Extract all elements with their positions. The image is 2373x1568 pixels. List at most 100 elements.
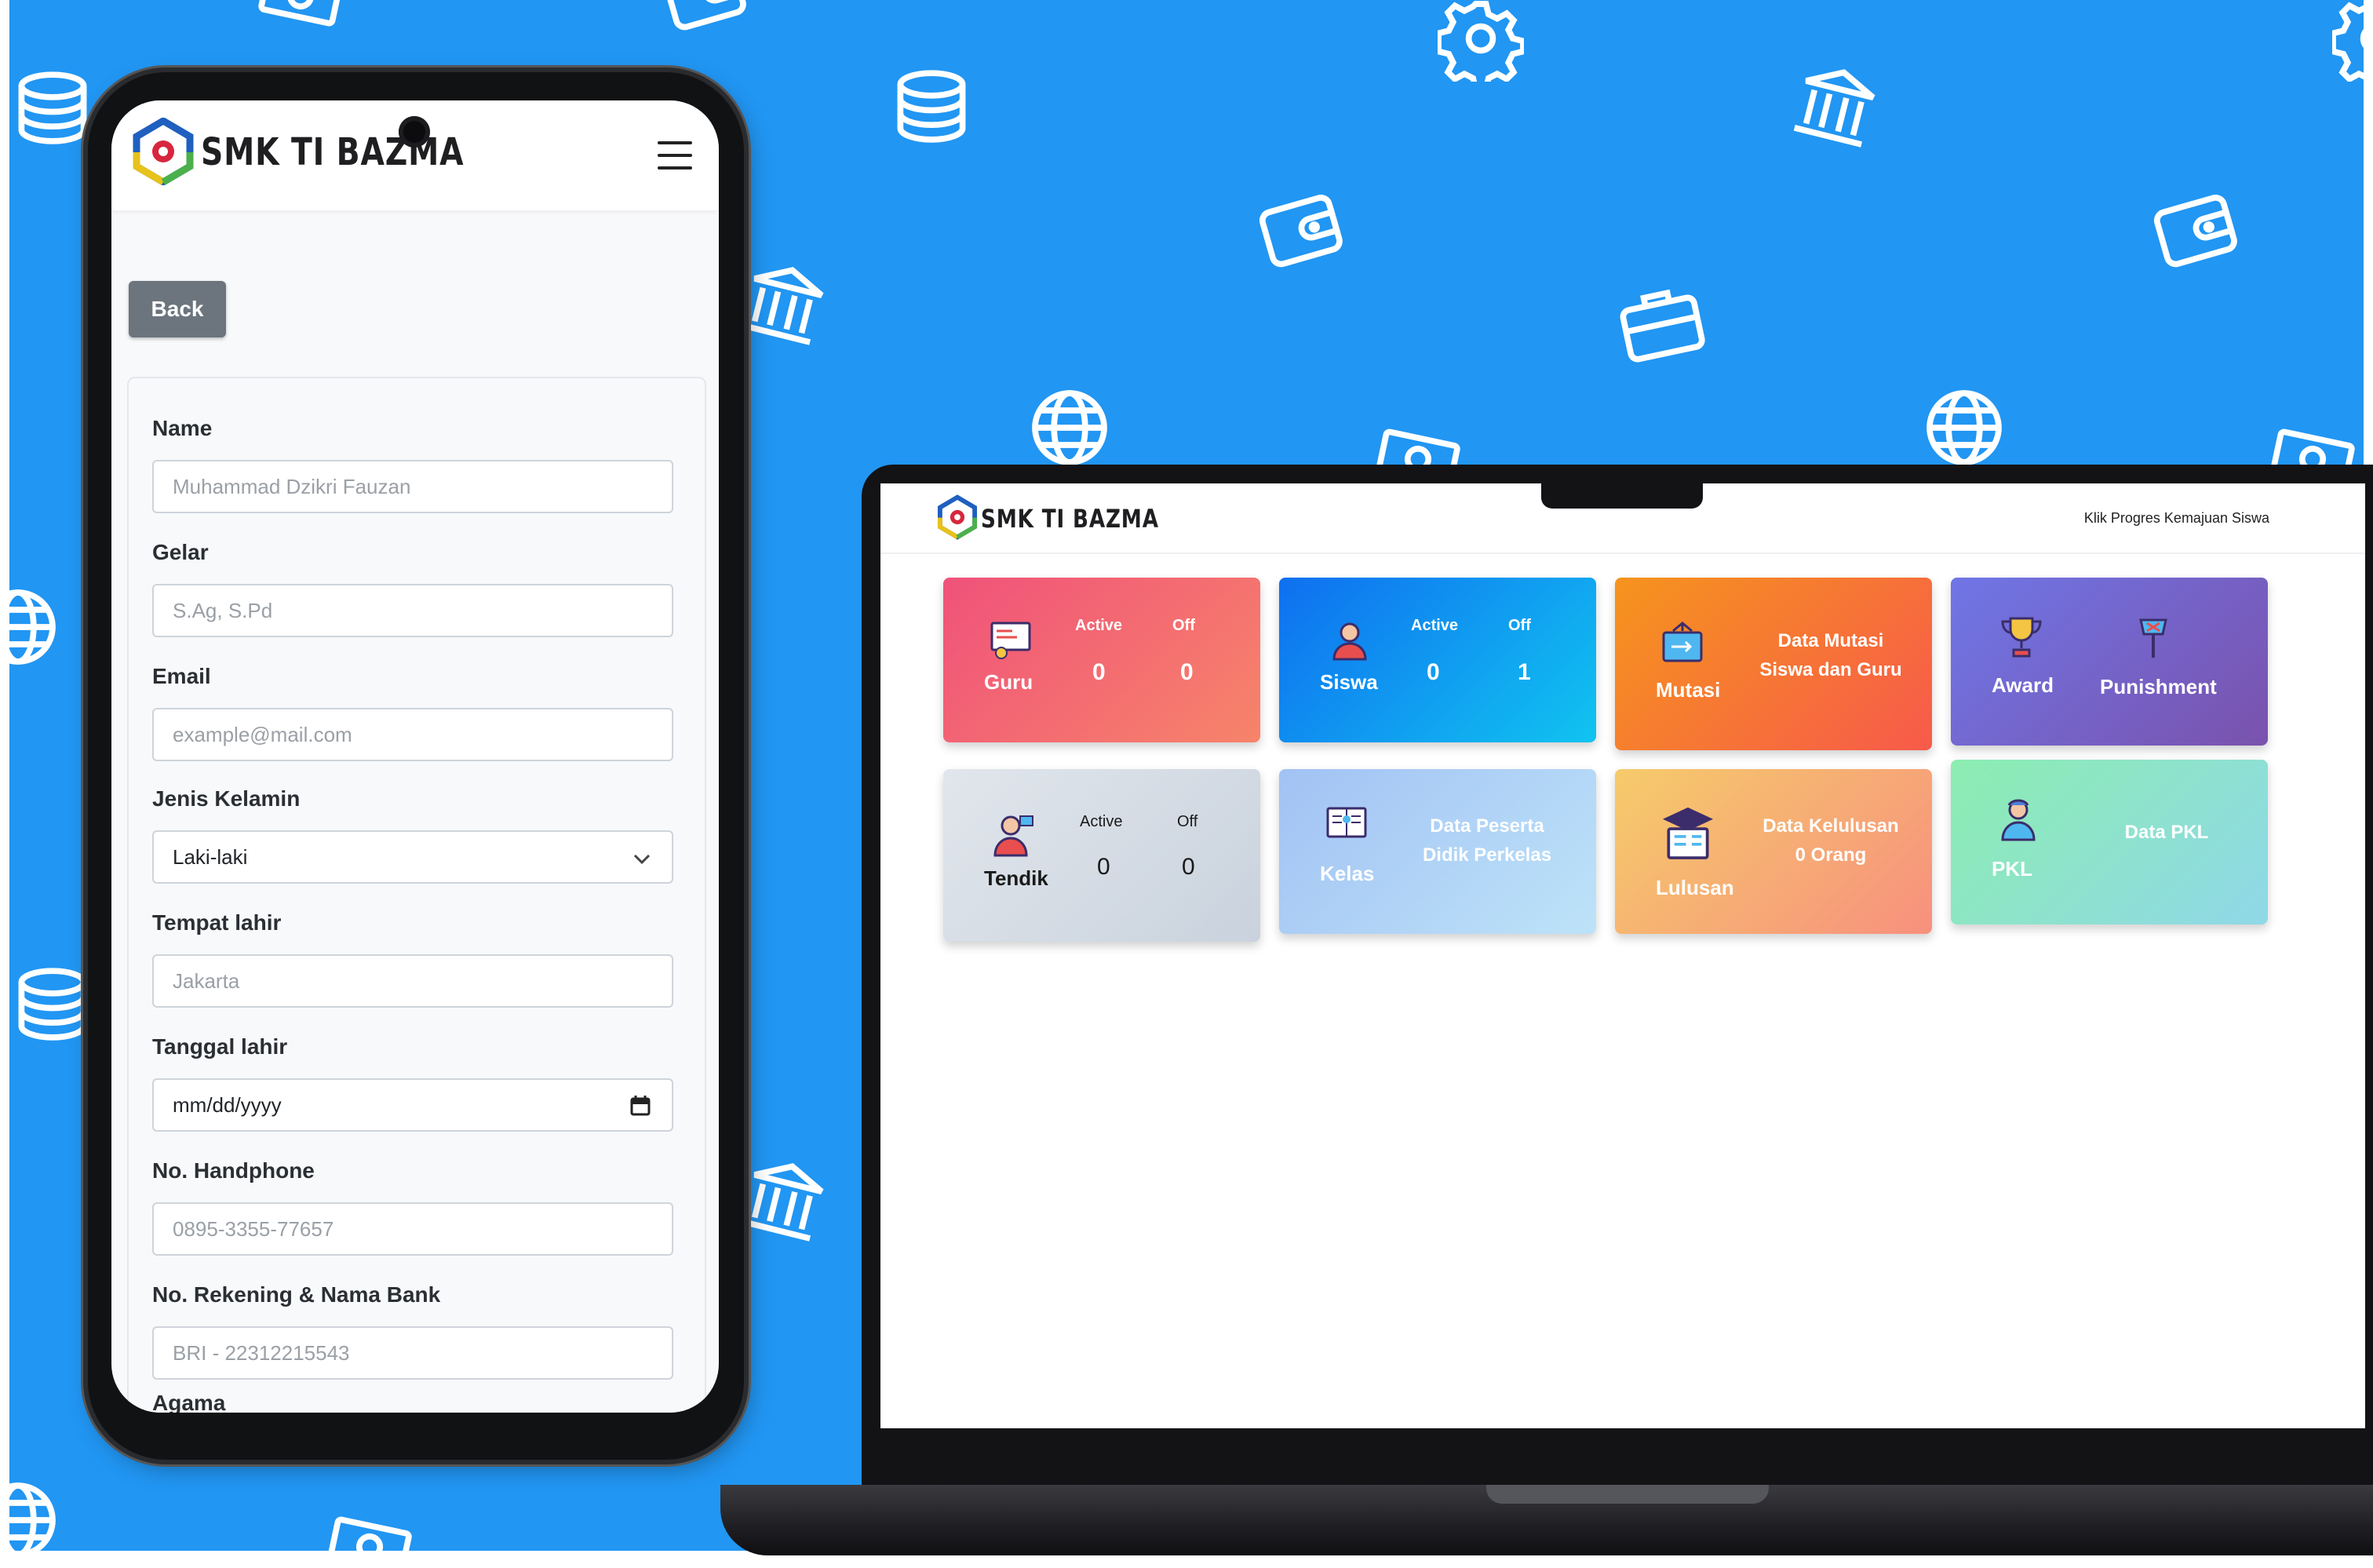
globe-icon bbox=[1921, 385, 2007, 471]
pkl-label: PKL bbox=[1992, 857, 2032, 881]
globe-icon bbox=[1026, 385, 1113, 471]
globe-icon bbox=[9, 1477, 61, 1551]
tendik-off-count: 0 bbox=[1182, 854, 1195, 880]
phone-mockup: SMK TI BAZMA Back Name Gelar Email Jenis… bbox=[88, 72, 744, 1460]
siswa-active-count: 0 bbox=[1427, 659, 1440, 685]
religion-label: Agama bbox=[152, 1391, 226, 1413]
award-label: Award bbox=[1992, 673, 2054, 697]
gender-label: Jenis Kelamin bbox=[152, 786, 301, 811]
lulusan-description-line1: Data Kelulusan bbox=[1762, 815, 1899, 837]
gender-select[interactable]: Laki-laki bbox=[152, 830, 673, 884]
trophy-icon bbox=[2001, 617, 2042, 658]
birthdate-label: Tanggal lahir bbox=[152, 1034, 288, 1059]
lulusan-tile[interactable]: Lulusan Data Kelulusan 0 Orang bbox=[1615, 769, 1932, 934]
punishment-icon bbox=[2139, 618, 2167, 658]
email-input[interactable] bbox=[152, 708, 673, 761]
back-button[interactable]: Back bbox=[129, 281, 226, 337]
bank-icon bbox=[1783, 53, 1887, 158]
teacher-board-icon bbox=[990, 622, 1031, 659]
birthplace-input[interactable] bbox=[152, 954, 673, 1008]
siswa-active-label: Active bbox=[1411, 617, 1459, 634]
punishment-label: Punishment bbox=[2100, 675, 2217, 698]
tendik-tile[interactable]: Tendik Active Off 0 0 bbox=[943, 769, 1260, 942]
wallet-icon bbox=[1247, 175, 1354, 282]
bank-account-input[interactable] bbox=[152, 1326, 673, 1380]
siswa-off-count: 1 bbox=[1518, 659, 1531, 685]
student-icon bbox=[1332, 622, 1367, 661]
mutasi-tile[interactable]: Mutasi Data Mutasi Siswa dan Guru bbox=[1615, 578, 1932, 750]
laptop-base-lip bbox=[1486, 1485, 1769, 1504]
phone-screen: SMK TI BAZMA Back Name Gelar Email Jenis… bbox=[111, 100, 719, 1413]
bank-icon bbox=[731, 251, 836, 356]
mutasi-description: Data Mutasi Siswa dan Guru bbox=[1741, 626, 1921, 684]
database-icon bbox=[888, 63, 975, 149]
school-logo-icon bbox=[937, 494, 978, 540]
gear-icon bbox=[1435, 0, 1526, 92]
kelas-label: Kelas bbox=[1320, 862, 1375, 885]
gender-selected-value: Laki-laki bbox=[173, 844, 248, 869]
kelas-description: Data Peserta Didik Perkelas bbox=[1397, 811, 1577, 870]
teacher-form-card bbox=[127, 377, 706, 1413]
siswa-off-label: Off bbox=[1508, 617, 1531, 634]
money-icon bbox=[250, 0, 352, 47]
lulusan-label: Lulusan bbox=[1656, 876, 1734, 899]
siswa-label: Siswa bbox=[1320, 670, 1378, 694]
gear-icon bbox=[2330, 0, 2364, 83]
name-input[interactable] bbox=[152, 460, 673, 513]
tendik-label: Tendik bbox=[984, 866, 1048, 890]
brand-name: SMK TI BAZMA bbox=[981, 504, 1159, 534]
dashboard-screen: SMK TI BAZMA Klik Progres Kemajuan Siswa… bbox=[880, 483, 2365, 1428]
guru-active-label: Active bbox=[1075, 617, 1123, 634]
front-camera bbox=[399, 116, 430, 148]
phone-number-input[interactable] bbox=[152, 1202, 673, 1256]
laptop-notch bbox=[1541, 480, 1703, 509]
money-icon bbox=[319, 1496, 421, 1551]
wallet-icon bbox=[651, 0, 757, 45]
staff-icon bbox=[993, 815, 1033, 857]
pkl-tile[interactable]: PKL Data PKL bbox=[1951, 760, 2268, 924]
wallet-icon bbox=[2142, 175, 2248, 282]
award-tile[interactable]: Award Punishment bbox=[1951, 578, 2268, 746]
birthdate-input[interactable]: mm/dd/yyyy bbox=[152, 1078, 673, 1132]
guru-off-count: 0 bbox=[1180, 659, 1194, 685]
database-icon bbox=[9, 64, 96, 151]
hamburger-menu-icon[interactable] bbox=[658, 141, 692, 170]
intern-icon bbox=[2001, 799, 2036, 841]
kelas-tile[interactable]: Kelas Data Peserta Didik Perkelas bbox=[1279, 769, 1596, 934]
guru-off-label: Off bbox=[1172, 617, 1195, 634]
chevron-down-icon bbox=[633, 854, 651, 865]
gelar-input[interactable] bbox=[152, 584, 673, 637]
birthplace-label: Tempat lahir bbox=[152, 910, 282, 935]
birthdate-value: mm/dd/yyyy bbox=[173, 1092, 282, 1117]
transfer-sign-icon bbox=[1662, 622, 1703, 662]
student-progress-link[interactable]: Klik Progres Kemajuan Siswa bbox=[2084, 510, 2269, 527]
guru-tile[interactable]: Guru Active Off 0 0 bbox=[943, 578, 1260, 742]
graduation-cap-icon bbox=[1662, 807, 1714, 859]
guru-active-count: 0 bbox=[1092, 659, 1106, 685]
tendik-active-label: Active bbox=[1080, 813, 1123, 830]
database-icon bbox=[9, 961, 96, 1047]
school-logo-icon bbox=[132, 116, 195, 187]
kelas-description-line1: Data Peserta bbox=[1430, 815, 1544, 837]
mutasi-description-line2: Siswa dan Guru bbox=[1759, 659, 1902, 680]
mutasi-description-line1: Data Mutasi bbox=[1777, 630, 1884, 651]
lulusan-description: Data Kelulusan 0 Orang bbox=[1741, 811, 1921, 870]
guru-label: Guru bbox=[984, 670, 1033, 694]
mutasi-label: Mutasi bbox=[1656, 678, 1721, 702]
calendar-icon[interactable] bbox=[629, 1094, 651, 1118]
gelar-label: Gelar bbox=[152, 540, 209, 564]
briefcase-icon bbox=[1610, 272, 1712, 374]
email-label: Email bbox=[152, 664, 211, 688]
name-label: Name bbox=[152, 416, 213, 440]
tendik-active-count: 0 bbox=[1097, 854, 1110, 880]
bank-icon bbox=[731, 1147, 836, 1252]
phone-number-label: No. Handphone bbox=[152, 1158, 315, 1183]
lulusan-description-line2: 0 Orang bbox=[1795, 844, 1867, 866]
siswa-tile[interactable]: Siswa Active Off 0 1 bbox=[1279, 578, 1596, 742]
bank-account-label: No. Rekening & Nama Bank bbox=[152, 1282, 441, 1307]
tendik-off-label: Off bbox=[1177, 813, 1198, 830]
book-icon bbox=[1326, 807, 1367, 838]
pkl-description: Data PKL bbox=[2124, 822, 2209, 843]
globe-icon bbox=[9, 584, 61, 670]
kelas-description-line2: Didik Perkelas bbox=[1422, 844, 1552, 866]
